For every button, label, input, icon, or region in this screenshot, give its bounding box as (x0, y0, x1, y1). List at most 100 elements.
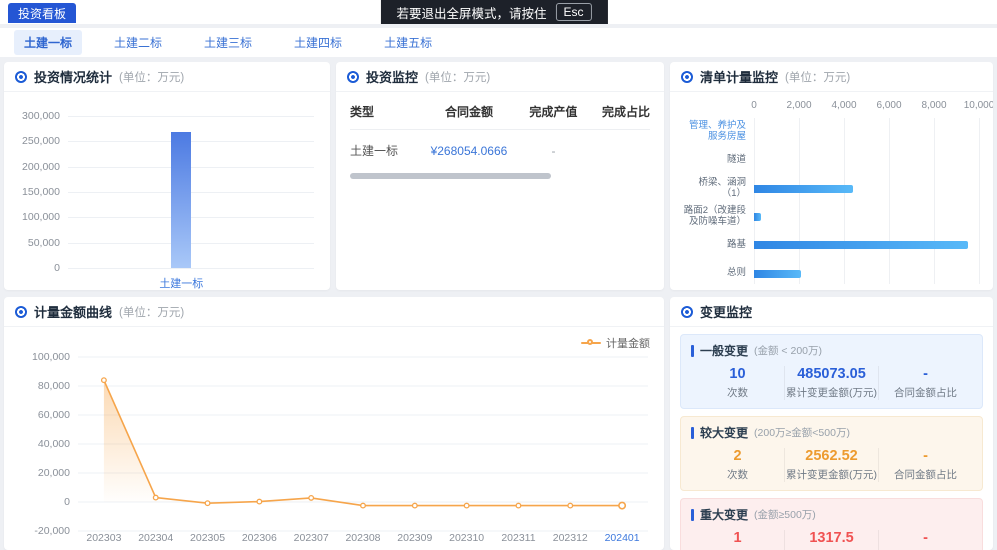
board-tab-button[interactable]: 投资看板 (8, 3, 76, 23)
tab-civil-bid-4[interactable]: 土建四标 (284, 30, 352, 55)
card-condition: (金额≥500万) (754, 507, 816, 522)
card-accent-bar (691, 509, 694, 521)
panel-unit: (单位：万元) (425, 69, 490, 85)
column-header-completion-ratio: 完成占比 (588, 103, 650, 120)
x-axis-tick-label: 8,000 (921, 100, 946, 111)
bar-track (754, 241, 979, 249)
tab-civil-bid-2[interactable]: 土建二标 (104, 30, 172, 55)
svg-text:202305: 202305 (190, 532, 225, 544)
table-row[interactable]: 土建一标 ¥268054.0666 - (350, 130, 650, 165)
x-axis-category-label[interactable]: 土建一标 (159, 275, 203, 290)
category-label: 路面2（改建段及防噪车道） (682, 206, 746, 228)
bar-3[interactable] (754, 213, 761, 221)
panel-unit: (单位：万元) (785, 69, 850, 85)
hbar-row: 隧道 (682, 146, 979, 174)
bar-track (754, 270, 979, 278)
change-count: 2 (691, 448, 784, 464)
cell-type: 土建一标 (350, 142, 419, 159)
y-axis-tick-label: 0 (54, 262, 60, 274)
change-amount-label: 累计变更金额(万元) (785, 385, 878, 400)
tab-civil-bid-3[interactable]: 土建三标 (194, 30, 262, 55)
panel-investment-stats: 投资情况统计 (单位：万元) 300,000250,000200,000150,… (4, 62, 330, 290)
bar-track (754, 213, 979, 221)
tab-civil-bid-1[interactable]: 土建一标 (14, 30, 82, 55)
y-axis-tick-label: 150,000 (22, 186, 60, 198)
table-horizontal-scrollbar (350, 173, 650, 179)
column-header-contract-amount: 合同金额 (419, 103, 519, 120)
panel-header: 计量金额曲线 (单位：万元) (4, 297, 664, 327)
x-axis-ticks: 02,0004,0006,0008,00010,000 (682, 100, 979, 118)
change-amount: 1317.5 (785, 530, 878, 546)
category-label: 总则 (682, 268, 746, 279)
gridline-horizontal (68, 268, 314, 269)
change-amount: 485073.05 (785, 366, 878, 382)
hbar-row: 总则 (682, 260, 979, 288)
panel-header: 变更监控 (670, 297, 993, 327)
category-label: 隧道 (682, 155, 746, 166)
card-title: 一般变更 (700, 342, 748, 359)
column-header-type: 类型 (350, 103, 419, 120)
change-cards: 一般变更 (金额 < 200万) 10 次数 485073.05 累计变更金额(万元… (670, 327, 993, 550)
svg-text:-20,000: -20,000 (34, 525, 70, 537)
change-count-label: 次数 (691, 385, 784, 400)
card-general-change: 一般变更 (金额 < 200万) 10 次数 485073.05 累计变更金额(万元… (680, 334, 983, 409)
panel-unit: (单位：万元) (119, 69, 184, 85)
svg-text:202308: 202308 (345, 532, 380, 544)
card-condition: (金额 < 200万) (754, 343, 822, 358)
panel-bullet-icon (681, 71, 693, 83)
change-count-label: 次数 (691, 467, 784, 482)
change-amount: 2562.52 (785, 448, 878, 464)
panel-header: 投资监控 (单位：万元) (336, 62, 664, 92)
bar-civil-bid-1[interactable] (171, 132, 191, 268)
x-axis-tick-label: 0 (751, 100, 757, 111)
panel-title: 投资情况统计 (34, 67, 112, 86)
panel-title: 计量金额曲线 (34, 302, 112, 321)
change-ratio: - (879, 448, 972, 464)
y-axis-tick-label: 100,000 (22, 211, 60, 223)
panel-header: 投资情况统计 (单位：万元) (4, 62, 330, 92)
panel-list-measurement-monitor: 清单计量监控 (单位：万元) 02,0004,0006,0008,00010,0… (670, 62, 993, 290)
measurement-line-chart: 100,00080,00060,00040,00020,0000-20,0002… (8, 327, 658, 550)
change-count: 10 (691, 366, 784, 382)
svg-text:20,000: 20,000 (38, 467, 70, 479)
investment-dashboard: 投资看板 若要退出全屏模式，请按住 Esc 土建一标 土建二标 土建三标 土建四… (0, 0, 997, 550)
svg-text:202306: 202306 (242, 532, 277, 544)
bar-5[interactable] (754, 270, 801, 278)
category-label: 桥梁、涵洞（1） (682, 178, 746, 200)
hbar-row: 桥梁、涵洞（1） (682, 175, 979, 203)
svg-text:202304: 202304 (138, 532, 173, 544)
category-label[interactable]: 管理、养护及服务房屋 (682, 121, 746, 143)
tab-civil-bid-5[interactable]: 土建五标 (374, 30, 442, 55)
panel-unit: (单位：万元) (119, 304, 184, 320)
change-ratio: - (879, 530, 972, 546)
bar-track (754, 185, 979, 193)
fullscreen-exit-tooltip: 若要退出全屏模式，请按住 Esc (380, 0, 607, 24)
card-condition: (200万≥金额<500万) (754, 425, 850, 440)
cell-contract-amount-link[interactable]: ¥268054.0666 (419, 144, 519, 158)
panel-title: 变更监控 (700, 302, 752, 321)
scrollbar-thumb[interactable] (350, 173, 551, 179)
column-header-completed-value: 完成产值 (519, 103, 588, 120)
panel-header: 清单计量监控 (单位：万元) (670, 62, 993, 92)
bid-section-tabs: 土建一标 土建二标 土建三标 土建四标 土建五标 (0, 28, 997, 57)
y-axis-tick-label: 200,000 (22, 161, 60, 173)
change-ratio-label: 合同金额占比 (879, 385, 972, 400)
bar-track (754, 156, 979, 164)
hbar-row: 管理、养护及服务房屋 (682, 118, 979, 146)
svg-text:202307: 202307 (294, 532, 329, 544)
panel-bullet-icon (15, 71, 27, 83)
card-title: 较大变更 (700, 424, 748, 441)
panel-bullet-icon (15, 306, 27, 318)
svg-text:80,000: 80,000 (38, 380, 70, 392)
dashboard-grid: 投资情况统计 (单位：万元) 300,000250,000200,000150,… (0, 57, 997, 550)
bar-2[interactable] (754, 185, 853, 193)
investment-bar-chart: 300,000250,000200,000150,000100,00050,00… (68, 116, 314, 268)
bar-4[interactable] (754, 241, 968, 249)
hbar-row: 路面2（改建段及防噪车道） (682, 203, 979, 231)
panel-bullet-icon (681, 306, 693, 318)
gridline-horizontal (68, 116, 314, 117)
panel-title: 投资监控 (366, 67, 418, 86)
y-axis-tick-label: 50,000 (28, 237, 60, 249)
hbar-plot-area: 管理、养护及服务房屋隧道桥梁、涵洞（1）路面2（改建段及防噪车道）路基总则 (682, 118, 979, 288)
y-axis-tick-label: 300,000 (22, 110, 60, 122)
